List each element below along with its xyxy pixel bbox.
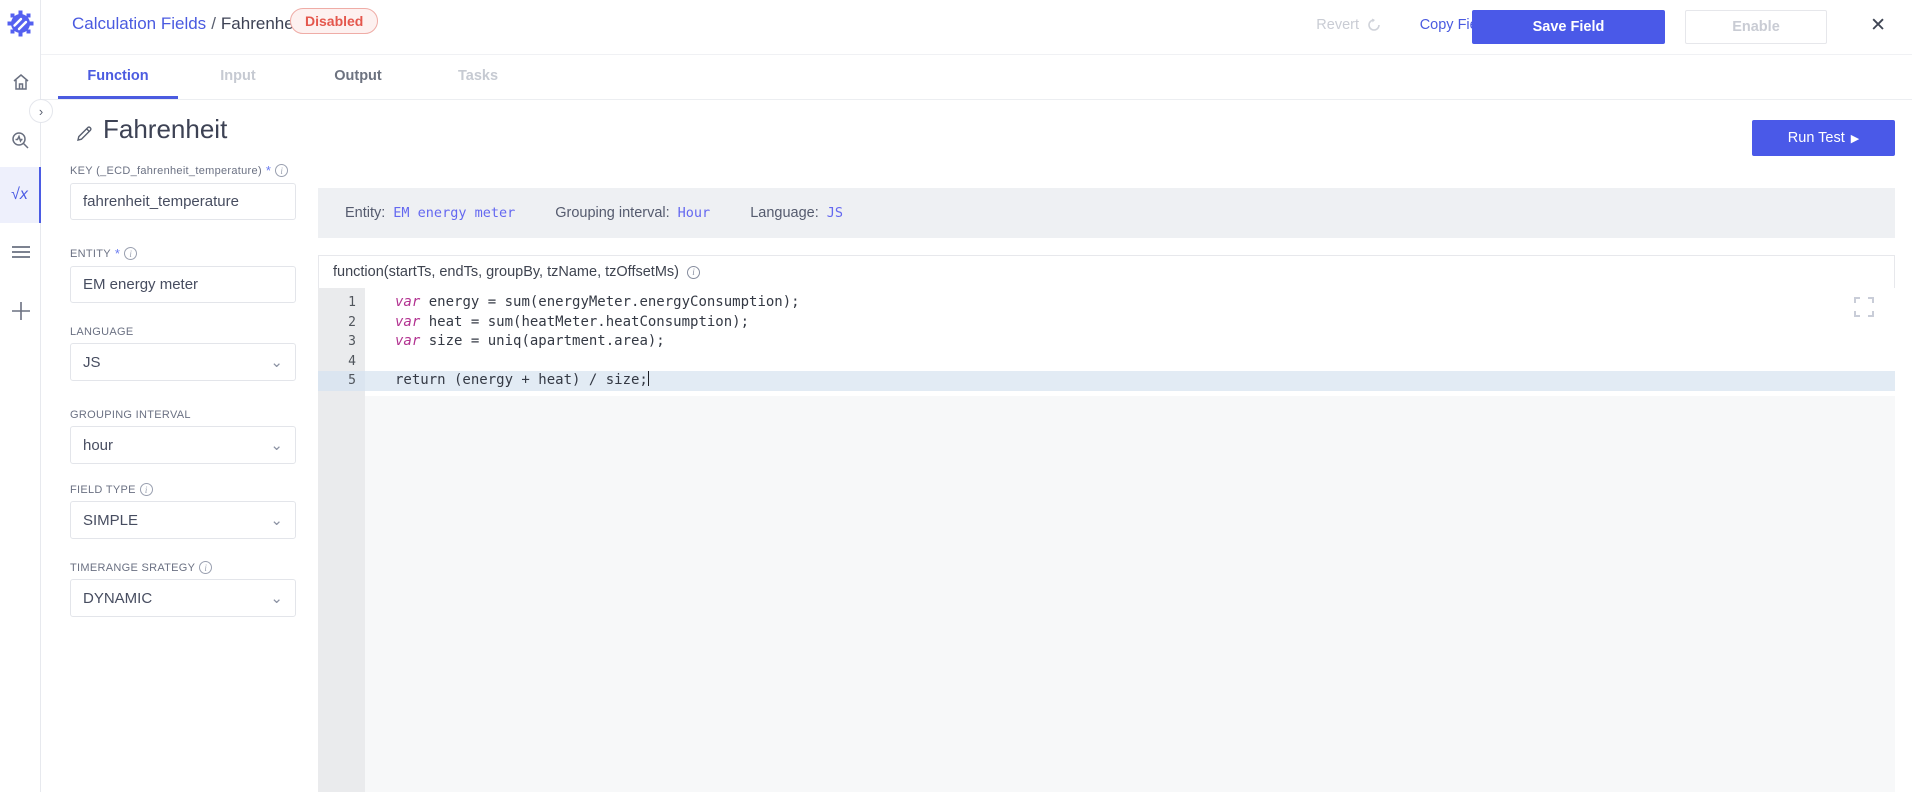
code-line: var energy = sum(energyMeter.energyConsu… xyxy=(365,293,1895,313)
field-grouping-interval: GROUPING INTERVAL hour ⌄ xyxy=(70,409,296,464)
key-label: KEY (_ECD_fahrenheit_temperature)* i xyxy=(70,163,296,178)
required-asterisk: * xyxy=(266,163,271,178)
home-icon[interactable] xyxy=(0,62,41,102)
calculation-field-editor: √x › Calculation Fields/Fahrenheit Disab… xyxy=(0,0,1912,792)
chevron-right-icon: › xyxy=(39,104,43,119)
breadcrumb-separator: / xyxy=(206,14,221,33)
search-icon[interactable] xyxy=(0,120,41,160)
grouping-interval-select-value: hour xyxy=(83,437,113,454)
field-timerange-strategy: TIMERANGE SRATEGY i DYNAMIC ⌄ xyxy=(70,561,296,617)
edit-pencil-icon[interactable] xyxy=(75,124,94,148)
function-signature-bar: function(startTs, endTs, groupBy, tzName… xyxy=(318,255,1895,288)
chevron-down-icon: ⌄ xyxy=(270,353,283,371)
editor-gutter: 1 2 3 4 5 xyxy=(318,288,365,792)
sqrt-x-icon: √x xyxy=(11,186,28,204)
tab-function[interactable]: Function xyxy=(58,55,178,99)
code-line: var size = uniq(apartment.area); xyxy=(365,332,1895,352)
breadcrumb: Calculation Fields/Fahrenheit xyxy=(72,14,302,34)
language-select[interactable]: JS ⌄ xyxy=(70,343,296,381)
breadcrumb-section-link[interactable]: Calculation Fields xyxy=(72,14,206,33)
entity-input[interactable] xyxy=(70,266,296,303)
info-icon[interactable]: i xyxy=(275,164,288,177)
grouping-interval-label: GROUPING INTERVAL xyxy=(70,409,296,421)
line-number: 2 xyxy=(318,313,365,333)
context-grouping-value[interactable]: Hour xyxy=(678,205,711,221)
chevron-down-icon: ⌄ xyxy=(270,511,283,529)
page-title: Fahrenheit xyxy=(103,114,227,145)
field-entity: ENTITY* i xyxy=(70,246,296,303)
field-type-select[interactable]: SIMPLE ⌄ xyxy=(70,501,296,539)
chevron-down-icon: ⌄ xyxy=(270,589,283,607)
grouping-interval-select[interactable]: hour ⌄ xyxy=(70,426,296,464)
fullscreen-icon[interactable] xyxy=(1853,296,1875,323)
field-field-type: FIELD TYPE i SIMPLE ⌄ xyxy=(70,483,296,539)
timerange-strategy-select[interactable]: DYNAMIC ⌄ xyxy=(70,579,296,617)
line-number: 3 xyxy=(318,332,365,352)
code-lines[interactable]: var energy = sum(energyMeter.energyConsu… xyxy=(365,288,1895,391)
key-input[interactable] xyxy=(70,183,296,220)
code-line-active: return (energy + heat) / size; xyxy=(365,371,1895,391)
language-select-value: JS xyxy=(83,354,101,371)
timerange-strategy-select-value: DYNAMIC xyxy=(83,590,152,607)
info-icon[interactable]: i xyxy=(687,266,700,279)
code-line: var heat = sum(heatMeter.heatConsumption… xyxy=(365,313,1895,333)
field-key: KEY (_ECD_fahrenheit_temperature)* i xyxy=(70,163,296,220)
line-number: 4 xyxy=(318,352,365,372)
chevron-down-icon: ⌄ xyxy=(270,436,283,454)
code-line xyxy=(365,352,1895,372)
language-label: LANGUAGE xyxy=(70,326,296,338)
function-signature: function(startTs, endTs, groupBy, tzName… xyxy=(333,264,679,280)
sidebar-item-calculations[interactable]: √x xyxy=(0,167,41,223)
field-language: LANGUAGE JS ⌄ xyxy=(70,326,296,381)
code-editor[interactable]: 1 2 3 4 5 var energy = sum(energyMeter.e… xyxy=(318,288,1895,792)
info-icon[interactable]: i xyxy=(199,561,212,574)
context-language-value[interactable]: JS xyxy=(827,205,843,221)
field-type-label: FIELD TYPE i xyxy=(70,483,296,496)
info-icon[interactable]: i xyxy=(140,483,153,496)
required-asterisk: * xyxy=(115,246,120,261)
context-entity-value[interactable]: EM energy meter xyxy=(393,205,515,221)
tab-input[interactable]: Input xyxy=(178,55,298,99)
editor-region: Entity:EM energy meter Grouping interval… xyxy=(318,0,1895,792)
context-language: Language:JS xyxy=(750,205,843,221)
context-bar: Entity:EM energy meter Grouping interval… xyxy=(318,188,1895,238)
entity-label: ENTITY* i xyxy=(70,246,296,261)
line-number-active: 5 xyxy=(318,371,365,391)
app-logo-icon[interactable] xyxy=(7,10,34,37)
line-number: 1 xyxy=(318,293,365,313)
add-icon[interactable] xyxy=(0,291,41,331)
info-icon[interactable]: i xyxy=(124,247,137,260)
timerange-strategy-label: TIMERANGE SRATEGY i xyxy=(70,561,296,574)
context-grouping: Grouping interval:Hour xyxy=(555,205,710,221)
collapse-panel-button[interactable]: › xyxy=(29,99,53,123)
text-cursor xyxy=(648,371,650,386)
field-type-select-value: SIMPLE xyxy=(83,512,138,529)
context-entity: Entity:EM energy meter xyxy=(345,205,515,221)
menu-icon[interactable] xyxy=(0,232,41,272)
